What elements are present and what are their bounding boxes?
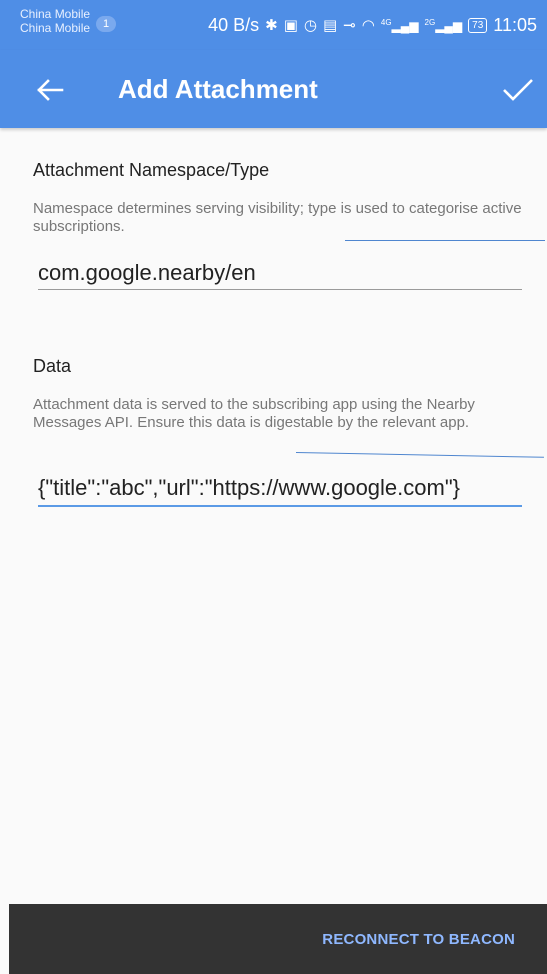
carrier-2: China Mobile	[20, 21, 91, 35]
data-helper-text: Attachment data is served to the subscri…	[33, 396, 475, 431]
notification-badge: 1	[96, 16, 116, 32]
data-title: Data	[33, 356, 72, 376]
carrier-1: China Mobile	[20, 7, 91, 21]
wifi-icon: ◠	[361, 16, 375, 34]
save-button[interactable]	[496, 70, 540, 110]
battery-icon: 73	[468, 17, 488, 33]
network-speed: 40 B/s	[208, 14, 260, 35]
bottom-bar: RECONNECT TO BEACON	[9, 904, 547, 974]
signal-2-icon: 2G▂▄▆	[424, 17, 463, 33]
data-input-underline	[38, 505, 522, 507]
key-icon: ⊸	[343, 16, 356, 34]
reconnect-to-beacon-button[interactable]: RECONNECT TO BEACON	[322, 931, 515, 948]
nfc-icon: ▣	[283, 16, 298, 34]
namespace-helper-text: Namespace determines serving visibility;…	[33, 200, 522, 235]
data-connector-line	[295, 452, 544, 458]
check-icon	[503, 79, 533, 101]
alarm-icon: ◷	[303, 16, 318, 34]
namespace-input-underline	[38, 289, 522, 290]
carrier-labels: China Mobile China Mobile	[20, 7, 90, 35]
status-bar: China Mobile China Mobile 1 40 B/s ✱ ▣ ◷…	[0, 0, 547, 50]
namespace-title: Attachment Namespace/Type	[33, 160, 270, 180]
status-indicators: 40 B/s ✱ ▣ ◷ ▤ ⊸ ◠ 4G▂▄▆ 2G▂▄▆ 73 11:05	[208, 14, 537, 36]
clock: 11:05	[493, 14, 537, 35]
back-button[interactable]	[30, 70, 70, 110]
data-input[interactable]	[38, 472, 522, 504]
hd-icon: ▤	[323, 16, 338, 34]
namespace-connector-line	[345, 240, 545, 241]
bluetooth-icon: ✱	[265, 16, 278, 34]
arrow-back-icon	[37, 79, 64, 101]
signal-1-icon: 4G▂▄▆	[380, 17, 419, 33]
namespace-input[interactable]	[38, 258, 522, 288]
page-title: Add Attachment	[118, 74, 318, 104]
app-bar: Add Attachment	[0, 50, 547, 128]
